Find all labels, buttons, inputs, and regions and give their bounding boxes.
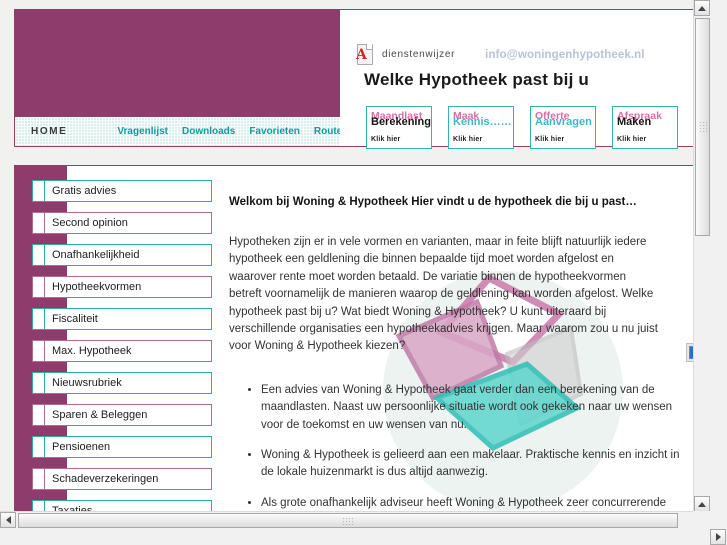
bullet-square-icon (32, 468, 45, 490)
chevron-up-icon (698, 501, 706, 507)
sidebar-item-label: Fiscaliteit (45, 308, 212, 330)
nav-item-route[interactable]: Route (314, 126, 342, 137)
bullet-square-icon (32, 212, 45, 234)
bullet-square-icon (32, 180, 45, 202)
chevron-left-icon (5, 516, 11, 524)
horizontal-scrollbar-thumb[interactable] (18, 513, 678, 528)
nav-item-downloads[interactable]: Downloads (182, 126, 235, 137)
action-button-main-label: Kennis…… (453, 116, 512, 128)
article-intro-paragraph: Hypotheken zijn er in vele vormen en var… (229, 236, 658, 353)
sidebar-item-label: Gratis advies (45, 180, 212, 202)
action-button-maandlast-berekening[interactable]: Maandlast Berekening Klik hier (366, 106, 432, 149)
dienstenwijzer-row: A dienstenwijzer info@woningenhypotheek.… (356, 44, 645, 65)
action-button-sub-label: Klik hier (535, 136, 565, 143)
pdf-icon[interactable]: A (356, 44, 373, 65)
sidebar-item-label: Max. Hypotheek (45, 340, 212, 362)
sidebar-item-second-opinion[interactable]: Second opinion (32, 212, 212, 234)
browser-viewport: HOME Vragenlijst Downloads Favorieten Ro… (0, 0, 710, 528)
vertical-scrollbar[interactable] (693, 0, 710, 528)
list-item: Een advies van Woning & Hypotheek gaat v… (261, 382, 681, 434)
nav-item-favorieten[interactable]: Favorieten (249, 126, 300, 137)
sidebar-item-nieuwsrubriek[interactable]: Nieuwsrubriek (32, 372, 212, 394)
action-button-offerte-aanvragen[interactable]: Offerte Aanvragen Klik hier (530, 106, 596, 149)
action-button-sub-label: Klik hier (371, 136, 401, 143)
bullet-square-icon (32, 244, 45, 266)
sidebar-item-label: Hypotheekvormen (45, 276, 212, 298)
sidebar-item-label: Sparen & Beleggen (45, 404, 212, 426)
banner-image-placeholder (15, 10, 340, 117)
sidebar-item-label: Second opinion (45, 212, 212, 234)
sidebar-menu: Gratis advies Second opinion Onafhankeli… (32, 180, 212, 528)
sidebar-item-label: Nieuwsrubriek (45, 372, 212, 394)
pdf-icon-glyph: A (356, 47, 367, 63)
action-button-main-label: Maken (617, 116, 652, 128)
horizontal-scrollbar[interactable] (0, 511, 710, 528)
sidebar-item-sparen-beleggen[interactable]: Sparen & Beleggen (32, 404, 212, 426)
action-button-afspraak-maken[interactable]: Afspraak Maken Klik hier (612, 106, 678, 149)
sidebar-item-pensioenen[interactable]: Pensioenen (32, 436, 212, 458)
nav-links: Vragenlijst Downloads Favorieten Route (117, 126, 342, 137)
sidebar-item-onafhankelijkheid[interactable]: Onafhankelijkheid (32, 244, 212, 266)
article-body: Welkom bij Woning & Hypotheek Hier vindt… (221, 166, 695, 528)
scrollbar-grip-icon (342, 517, 354, 525)
bullet-square-icon (32, 436, 45, 458)
sidebar-item-label: Pensioenen (45, 436, 212, 458)
action-button-sub-label: Klik hier (617, 136, 647, 143)
nav-item-home[interactable]: HOME (31, 126, 67, 137)
window-right-gutter (710, 0, 727, 545)
bullet-square-icon (32, 404, 45, 426)
header-right-column: A dienstenwijzer info@woningenhypotheek.… (340, 10, 695, 149)
nav-item-vragenlijst[interactable]: Vragenlijst (117, 126, 168, 137)
window-scroll-left-button[interactable] (710, 529, 726, 545)
sidebar-item-label: Schadeverzekeringen (45, 468, 212, 490)
sidebar-item-label: Onafhankelijkheid (45, 244, 212, 266)
content-panel: Gratis advies Second opinion Onafhankeli… (14, 165, 696, 528)
scroll-up-button-secondary[interactable] (694, 496, 710, 512)
action-button-main-label: Aanvragen (535, 116, 592, 128)
vertical-scrollbar-thumb[interactable] (695, 18, 710, 236)
action-button-main-label: Berekening (371, 116, 431, 128)
bullet-square-icon (32, 340, 45, 362)
sidebar-item-hypotheekvormen[interactable]: Hypotheekvormen (32, 276, 212, 298)
main-navigation-bar: HOME Vragenlijst Downloads Favorieten Ro… (15, 117, 342, 146)
sidebar-item-fiscaliteit[interactable]: Fiscaliteit (32, 308, 212, 330)
article: Welkom bij Woning & Hypotheek Hier vindt… (221, 166, 695, 528)
action-button-maak-kennis[interactable]: Maak Kennis…… Klik hier (448, 106, 514, 149)
site-header: HOME Vragenlijst Downloads Favorieten Ro… (14, 9, 696, 149)
sidebar-item-max-hypotheek[interactable]: Max. Hypotheek (32, 340, 212, 362)
bullet-square-icon (32, 372, 45, 394)
bullet-square-icon (32, 276, 45, 298)
bullet-square-icon (32, 308, 45, 330)
window-bottom-gutter (0, 528, 727, 545)
article-bullet-list: Een advies van Woning & Hypotheek gaat v… (221, 382, 681, 528)
web-page: HOME Vragenlijst Downloads Favorieten Ro… (0, 0, 710, 528)
page-title: Welke Hypotheek past bij u (364, 70, 589, 89)
action-button-group: Maandlast Berekening Klik hier Maak Kenn… (366, 106, 678, 149)
chevron-up-icon (698, 5, 706, 11)
sidebar-item-gratis-advies[interactable]: Gratis advies (32, 180, 212, 202)
article-heading: Welkom bij Woning & Hypotheek Hier vindt… (229, 196, 637, 208)
sidebar-item-schadeverzekeringen[interactable]: Schadeverzekeringen (32, 468, 212, 490)
contact-email[interactable]: info@woningenhypotheek.nl (485, 49, 644, 61)
scroll-up-button[interactable] (694, 0, 710, 16)
action-button-sub-label: Klik hier (453, 136, 483, 143)
list-item: Woning & Hypotheek is gelieerd aan een m… (261, 447, 681, 482)
scrollbar-corner (693, 511, 710, 528)
dienstenwijzer-link[interactable]: dienstenwijzer (382, 49, 455, 60)
scrollbar-grip-icon (699, 121, 707, 133)
scroll-left-button[interactable] (0, 512, 16, 528)
chevron-right-icon (715, 533, 721, 541)
